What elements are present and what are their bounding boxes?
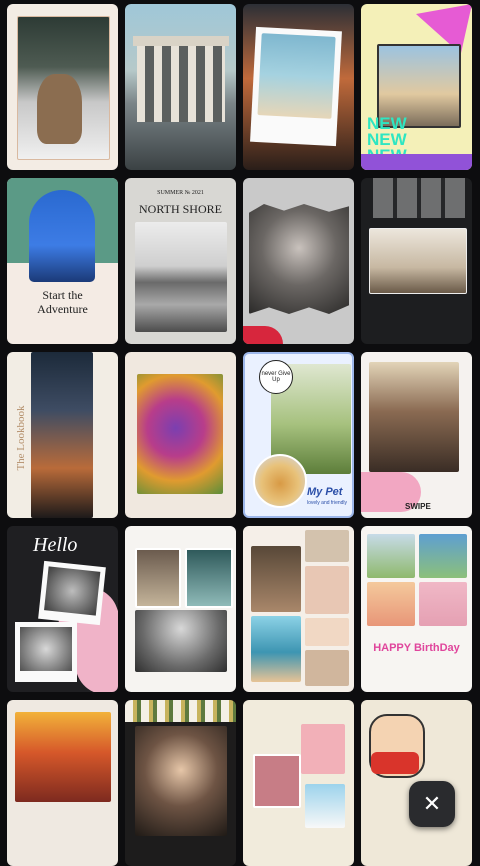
pet-photo: [253, 454, 307, 508]
beach-photo: [257, 33, 336, 119]
collage-photo-1: [135, 548, 181, 608]
template-card-adventure[interactable]: Start the Adventure: [7, 178, 118, 344]
city-photo: [31, 352, 93, 518]
bday-photo-2: [419, 534, 467, 578]
template-card-happy-birthday[interactable]: HAPPY BirthDay: [361, 526, 472, 692]
template-card-scrapbook[interactable]: [243, 700, 354, 866]
template-card-torn-portrait[interactable]: [243, 178, 354, 344]
north-shore-photo: [135, 222, 227, 332]
bday-photo-1: [367, 534, 415, 578]
torn-portrait-photo: [249, 204, 349, 314]
collage-photo-3: [135, 610, 227, 672]
collage-photo-2: [185, 548, 233, 608]
template-card-flower-photo[interactable]: [125, 700, 236, 866]
lookbook-title: The Lookbook: [15, 405, 27, 471]
collage-side-4: [305, 650, 349, 686]
adventure-photo: [29, 190, 95, 282]
template-card-new-new-new[interactable]: NEW NEW NEW: [361, 4, 472, 170]
purple-strip: [361, 154, 472, 170]
bday-photo-4: [419, 582, 467, 626]
never-give-up-tag: never Give Up: [259, 360, 293, 394]
close-button[interactable]: ✕: [409, 781, 455, 827]
flower-border: [125, 700, 236, 722]
happy-birthday-label: HAPPY BirthDay: [373, 642, 460, 654]
palm-photo: [251, 616, 301, 682]
dog-shape: [37, 74, 82, 144]
template-card-husky[interactable]: [7, 4, 118, 170]
template-card-beach-polaroid[interactable]: [243, 4, 354, 170]
scrap-photo-1: [253, 754, 301, 808]
close-icon: ✕: [422, 791, 442, 817]
template-card-swipe[interactable]: SWIPE: [361, 352, 472, 518]
gate-columns: [137, 44, 225, 122]
template-card-lookbook[interactable]: The Lookbook: [7, 352, 118, 518]
template-card-window-room[interactable]: [361, 178, 472, 344]
template-card-hello[interactable]: Hello: [7, 526, 118, 692]
polaroid-frame: [250, 26, 342, 147]
bday-photo-3: [367, 582, 415, 626]
my-pet-title: My Pet: [307, 486, 343, 498]
my-pet-subtitle: lovely and friendly: [307, 500, 348, 506]
leaf-photo: [137, 374, 223, 494]
adventure-title: Start the Adventure: [37, 288, 88, 316]
window-panes: [373, 178, 465, 218]
sunglasses-photo: [369, 362, 459, 472]
couple-photo: [251, 546, 301, 612]
template-card-couple-collage[interactable]: [243, 526, 354, 692]
scrap-photo-3: [305, 784, 345, 828]
gate-roof: [133, 36, 229, 46]
north-shore-subtitle: SUMMER № 2021: [157, 190, 204, 196]
room-photo: [369, 228, 467, 294]
hello-label: Hello: [33, 534, 78, 556]
polaroid-woman: [38, 560, 106, 626]
template-card-photo-collage[interactable]: [125, 526, 236, 692]
selfie-photo: [135, 726, 227, 836]
scrap-photo-2: [301, 724, 345, 774]
polaroid-statue: [15, 622, 77, 682]
collage-side-1: [305, 530, 349, 562]
north-shore-title: NORTH SHORE: [139, 202, 222, 216]
shinchan-shirt: [371, 752, 419, 774]
collage-side-3: [305, 618, 349, 646]
red-shape: [243, 326, 283, 344]
template-card-autumn-leaf[interactable]: [125, 352, 236, 518]
swipe-label: SWIPE: [405, 502, 431, 511]
template-grid: NEW NEW NEW Start the Adventure SUMMER №…: [0, 0, 480, 866]
collage-side-2: [305, 566, 349, 614]
template-card-north-shore[interactable]: SUMMER № 2021 NORTH SHORE: [125, 178, 236, 344]
template-card-gate[interactable]: [125, 4, 236, 170]
template-card-red-glasses[interactable]: [7, 700, 118, 866]
template-card-my-pet[interactable]: never Give Up My Pet lovely and friendly: [243, 352, 354, 518]
red-glasses-photo: [15, 712, 111, 802]
